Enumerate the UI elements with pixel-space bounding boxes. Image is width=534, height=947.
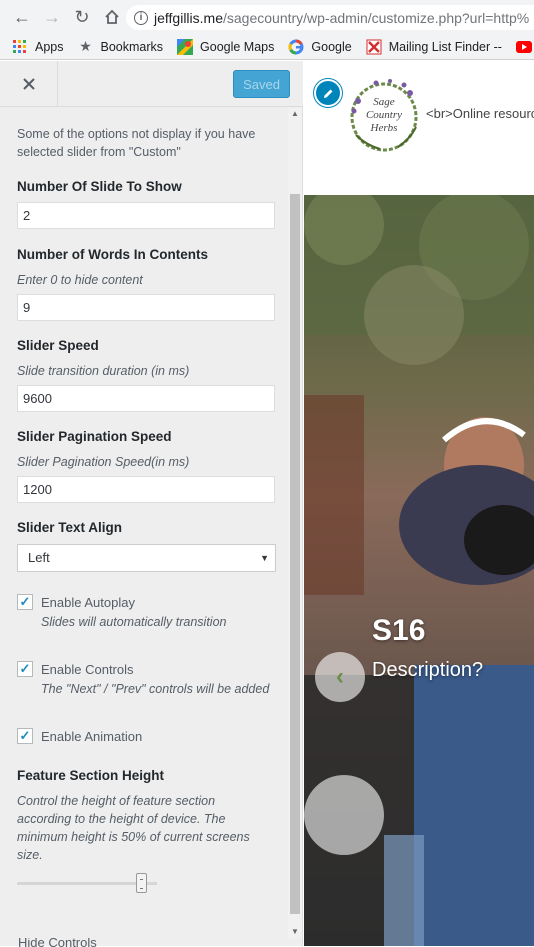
slide-title: S16 (372, 614, 426, 647)
pagination-speed-input[interactable]: 1200 (17, 476, 275, 503)
slider-speed-input[interactable]: 9600 (17, 385, 275, 412)
google-icon (288, 38, 304, 55)
bookmark-youtube[interactable]: Y (515, 39, 534, 55)
site-logo[interactable]: Sage Country Herbs (346, 75, 422, 155)
animation-checkbox-row[interactable]: ✓ Enable Animation (17, 728, 142, 744)
forward-icon[interactable]: → (38, 3, 66, 31)
hero-slider: S16 Description? ‹ (304, 195, 534, 946)
slider-speed-label: Slider Speed (17, 338, 99, 353)
bookmark-mailing-list-finder[interactable]: Mailing List Finder -- (366, 39, 502, 55)
bookmarks-bar: Apps ★ Bookmarks Google Maps Google Mail… (0, 34, 534, 60)
slide-description: Description? (372, 659, 484, 681)
slide-prev-button[interactable]: ‹ (315, 652, 365, 702)
chevron-left-icon: ‹ (336, 663, 344, 690)
controls-checkbox[interactable]: ✓ (17, 661, 33, 677)
logo-text: Sage (373, 96, 395, 108)
pencil-icon (323, 89, 332, 98)
bookmark-google[interactable]: Google (288, 38, 352, 55)
home-icon[interactable] (98, 3, 126, 31)
text-align-value: Left (28, 550, 50, 565)
controls-scroll-area: Some of the options not display if you h… (0, 108, 303, 938)
bookmark-label: Google (311, 39, 352, 54)
bookmark-label: Mailing List Finder -- (388, 39, 502, 54)
logo-text: Country (366, 109, 402, 121)
info-icon[interactable]: i (134, 10, 148, 25)
slides-to-show-label: Number Of Slide To Show (17, 179, 182, 194)
feature-height-description: Control the height of feature section ac… (17, 794, 250, 862)
text-align-label: Slider Text Align (17, 520, 123, 535)
words-in-contents-label: Number of Words In Contents (17, 247, 208, 262)
feature-height-label: Feature Section Height (17, 768, 165, 783)
youtube-icon (515, 39, 532, 55)
apps-grid-icon (12, 39, 28, 55)
saved-button[interactable]: Saved (233, 70, 290, 98)
slides-to-show-input[interactable]: 2 (17, 202, 275, 229)
autoplay-checkbox[interactable]: ✓ (17, 594, 33, 610)
controls-checkbox-row[interactable]: ✓ Enable Controls (17, 661, 134, 677)
star-icon: ★ (79, 38, 92, 54)
url-host: jeffgillis.me (154, 9, 223, 26)
words-in-contents-input[interactable]: 9 (17, 294, 275, 321)
custom-slider-note: Some of the options not display if you h… (17, 127, 256, 159)
pagination-speed-description: Slider Pagination Speed(in ms) (17, 455, 190, 469)
slider-speed-description: Slide transition duration (in ms) (17, 364, 190, 378)
bookmark-bookmarks[interactable]: ★ Bookmarks (78, 38, 164, 55)
controls-description: The "Next" / "Prev" controls will be add… (41, 682, 270, 696)
close-customizer-button[interactable] (0, 61, 58, 107)
back-icon[interactable]: ← (8, 3, 36, 31)
site-tagline: <br>Online resourc (426, 106, 534, 121)
close-icon (22, 78, 35, 90)
words-in-contents-description: Enter 0 to hide content (17, 273, 143, 287)
bookmark-label: Google Maps (200, 39, 275, 54)
checkmark-icon: ✓ (19, 594, 31, 609)
animation-label: Enable Animation (41, 728, 143, 744)
text-align-select[interactable]: Left ▼ (17, 544, 276, 572)
google-maps-icon (177, 38, 194, 55)
bookmark-google-maps[interactable]: Google Maps (177, 38, 275, 55)
edit-shortcut-button[interactable] (314, 79, 342, 107)
pagination-speed-label: Slider Pagination Speed (17, 429, 172, 444)
panel-header: Saved (0, 61, 303, 107)
bookmark-label: Bookmarks (100, 39, 164, 54)
checkmark-icon: ✓ (19, 661, 31, 676)
scrollbar-thumb[interactable] (290, 194, 300, 914)
customizer-panel: Saved Some of the options not display if… (0, 61, 303, 947)
autoplay-checkbox-row[interactable]: ✓ Enable Autoplay (17, 594, 135, 610)
panel-scrollbar[interactable]: ▲ ▼ (288, 108, 302, 938)
controls-label: Enable Controls (41, 661, 134, 677)
address-bar[interactable]: i jeffgillis.me/sagecountry/wp-admin/cus… (126, 5, 534, 30)
site-header: Sage Country Herbs <br>Online resourc (304, 61, 534, 195)
checkmark-icon: ✓ (19, 728, 31, 743)
autoplay-description: Slides will automatically transition (41, 615, 227, 629)
slide-background-photo (304, 195, 534, 946)
autoplay-label: Enable Autoplay (41, 594, 135, 610)
logo-text: Herbs (370, 122, 398, 134)
mailing-list-icon (366, 39, 382, 55)
feature-height-slider-handle[interactable] (136, 873, 147, 893)
url-path: /sagecountry/wp-admin/customize.php?url=… (223, 9, 530, 26)
dropdown-caret-icon: ▼ (260, 553, 269, 563)
site-preview: Sage Country Herbs <br>Online resourc S1… (304, 61, 534, 946)
reload-icon[interactable]: ↻ (68, 3, 96, 31)
browser-toolbar: ← → ↻ i jeffgillis.me/sagecountry/wp-adm… (0, 0, 534, 34)
bookmark-apps[interactable]: Apps (12, 39, 64, 55)
scroll-up-icon[interactable]: ▲ (288, 108, 302, 120)
scroll-down-icon[interactable]: ▼ (288, 926, 302, 938)
bookmark-label: Apps (35, 39, 64, 54)
animation-checkbox[interactable]: ✓ (17, 728, 33, 744)
